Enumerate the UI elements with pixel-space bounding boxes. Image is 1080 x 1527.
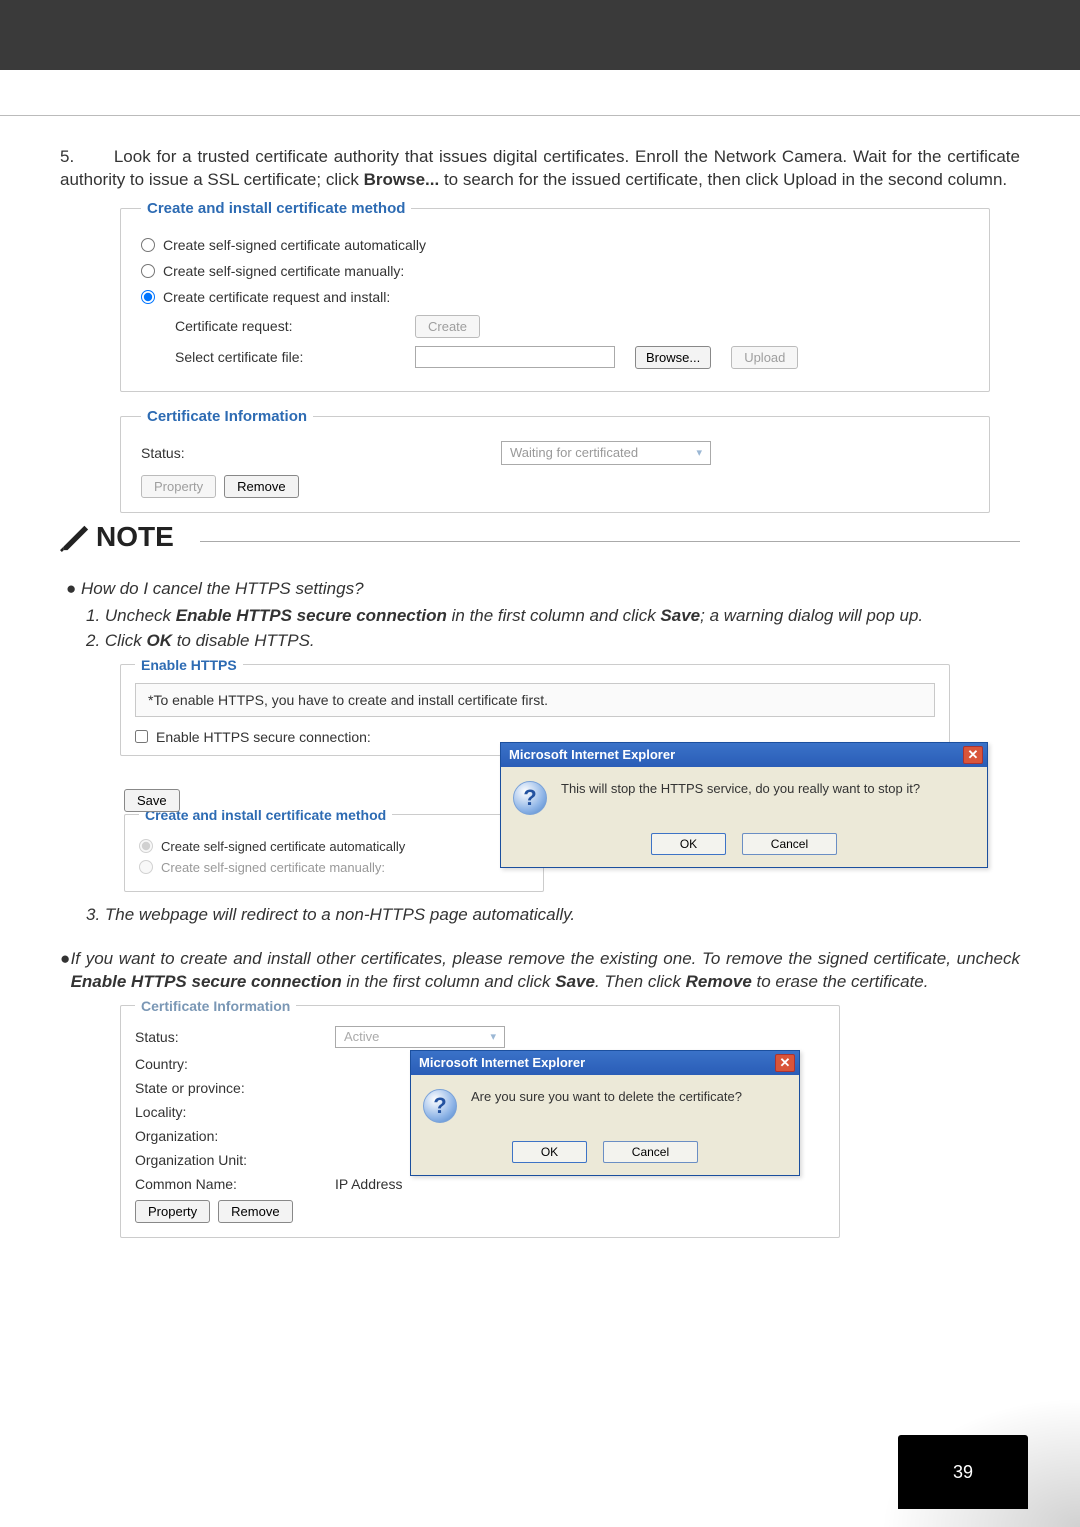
- note-body: ● How do I cancel the HTTPS settings? 1.…: [60, 578, 1020, 653]
- radio-manual-2: [139, 860, 153, 874]
- option-manual[interactable]: Create self-signed certificate manually:: [141, 263, 969, 279]
- option-auto[interactable]: Create self-signed certificate automatic…: [141, 237, 969, 253]
- p2e: . Then click: [595, 972, 686, 991]
- select-file-label: Select certificate file:: [175, 349, 395, 365]
- radio-auto[interactable]: [141, 238, 155, 252]
- remove-button[interactable]: Remove: [224, 475, 298, 498]
- note-label: NOTE: [96, 521, 174, 553]
- certificate-request-row: Certificate request: Create: [175, 315, 969, 338]
- status-value: Waiting for certificated: [510, 445, 638, 460]
- dialog-title-2: Microsoft Internet Explorer: [419, 1055, 585, 1070]
- create-install-panel: Create and install certificate method Cr…: [120, 200, 990, 392]
- option-manual-label: Create self-signed certificate manually:: [163, 263, 404, 279]
- n2c: to disable HTTPS.: [172, 631, 315, 650]
- note-q: How do I cancel the HTTPS settings?: [81, 579, 364, 598]
- property-button-2[interactable]: Property: [135, 1200, 210, 1223]
- r2: Create self-signed certificate manually:: [161, 860, 385, 875]
- cancel-button[interactable]: Cancel: [742, 833, 837, 855]
- ok-button[interactable]: OK: [651, 833, 726, 855]
- https-hint: *To enable HTTPS, you have to create and…: [135, 683, 935, 717]
- n1e: ; a warning dialog will pop up.: [700, 606, 923, 625]
- common-name-label: Common Name:: [135, 1176, 335, 1192]
- common-name-value: IP Address: [335, 1176, 402, 1192]
- note-heading: NOTE: [60, 541, 1020, 542]
- option-request[interactable]: Create certificate request and install:: [141, 289, 969, 305]
- save-button[interactable]: Save: [124, 789, 180, 812]
- status-label-2: Status:: [135, 1029, 335, 1045]
- cert-info-legend-2: Certificate Information: [135, 998, 296, 1014]
- status-dropdown[interactable]: Waiting for certificated ▾: [501, 441, 711, 465]
- n1a: 1. Uncheck: [86, 606, 176, 625]
- note-step-3: 3. The webpage will redirect to a non-HT…: [86, 905, 1020, 925]
- create-button[interactable]: Create: [415, 315, 480, 338]
- p2f: Remove: [686, 972, 752, 991]
- dialog-message-2: Are you sure you want to delete the cert…: [471, 1089, 742, 1104]
- p2a: If you want to create and install other …: [71, 949, 1020, 968]
- file-input[interactable]: [415, 346, 615, 368]
- chevron-down-icon: ▾: [696, 446, 702, 459]
- orgunit-label: Organization Unit:: [135, 1152, 335, 1168]
- ok-button-2[interactable]: OK: [512, 1141, 587, 1163]
- option-request-label: Create certificate request and install:: [163, 289, 390, 305]
- select-file-row: Select certificate file: Browse... Uploa…: [175, 346, 969, 369]
- locality-label: Locality:: [135, 1104, 335, 1120]
- ie-confirm-dialog-stop: Microsoft Internet Explorer ✕ ? This wil…: [500, 742, 988, 868]
- r1: Create self-signed certificate automatic…: [161, 839, 405, 854]
- enable-https-checkbox[interactable]: [135, 730, 148, 743]
- status-value-2: Active: [344, 1029, 379, 1044]
- dialog-title: Microsoft Internet Explorer: [509, 747, 675, 762]
- step-text-b: to search for the issued certificate, th…: [444, 170, 1007, 189]
- pencil-icon: [60, 522, 90, 552]
- question-icon: ?: [423, 1089, 457, 1123]
- page-number: 39: [898, 1435, 1028, 1509]
- enable-https-label: Enable HTTPS secure connection:: [156, 729, 371, 745]
- radio-auto-2: [139, 839, 153, 853]
- cancel-button-2[interactable]: Cancel: [603, 1141, 698, 1163]
- n2b: OK: [146, 631, 172, 650]
- n1b: Enable HTTPS secure connection: [176, 606, 447, 625]
- close-icon[interactable]: ✕: [775, 1054, 795, 1072]
- screenshot-cert-info: Certificate Information Status: Active ▾…: [120, 998, 840, 1258]
- enable-https-legend: Enable HTTPS: [135, 657, 243, 673]
- step-5: 5. Look for a trusted certificate author…: [60, 146, 1020, 192]
- browse-bold: Browse...: [364, 170, 440, 189]
- radio-manual[interactable]: [141, 264, 155, 278]
- remove-button-2[interactable]: Remove: [218, 1200, 292, 1223]
- screenshot-enable-https: Enable HTTPS *To enable HTTPS, you have …: [120, 657, 990, 897]
- state-label: State or province:: [135, 1080, 335, 1096]
- close-icon[interactable]: ✕: [963, 746, 983, 764]
- certificate-info-panel: Certificate Information Status: Waiting …: [120, 408, 990, 513]
- radio-request[interactable]: [141, 290, 155, 304]
- cert-info-legend: Certificate Information: [141, 408, 313, 425]
- create-install-panel-2: Create and install certificate method Cr…: [124, 807, 544, 892]
- note-remove-cert: ● If you want to create and install othe…: [60, 947, 1020, 994]
- p2g: to erase the certificate.: [752, 972, 929, 991]
- panel-legend: Create and install certificate method: [141, 200, 411, 217]
- n1d: Save: [660, 606, 700, 625]
- browse-button[interactable]: Browse...: [635, 346, 711, 369]
- upload-button[interactable]: Upload: [731, 346, 798, 369]
- p2c: in the first column and click: [342, 972, 556, 991]
- n1c: in the first column and click: [447, 606, 661, 625]
- n2a: 2. Click: [86, 631, 146, 650]
- question-icon: ?: [513, 781, 547, 815]
- country-label: Country:: [135, 1056, 335, 1072]
- status-label: Status:: [141, 445, 211, 461]
- property-button[interactable]: Property: [141, 475, 216, 498]
- cert-request-label: Certificate request:: [175, 318, 395, 334]
- ie-confirm-dialog-delete: Microsoft Internet Explorer ✕ ? Are you …: [410, 1050, 800, 1176]
- p2d: Save: [555, 972, 595, 991]
- status-dropdown-2[interactable]: Active ▾: [335, 1026, 505, 1048]
- chevron-down-icon: ▾: [490, 1030, 496, 1043]
- organization-label: Organization:: [135, 1128, 335, 1144]
- dialog-message: This will stop the HTTPS service, do you…: [561, 781, 920, 796]
- step-number: 5.: [60, 146, 82, 169]
- p2b: Enable HTTPS secure connection: [71, 972, 342, 991]
- option-auto-label: Create self-signed certificate automatic…: [163, 237, 426, 253]
- header-band: [0, 0, 1080, 70]
